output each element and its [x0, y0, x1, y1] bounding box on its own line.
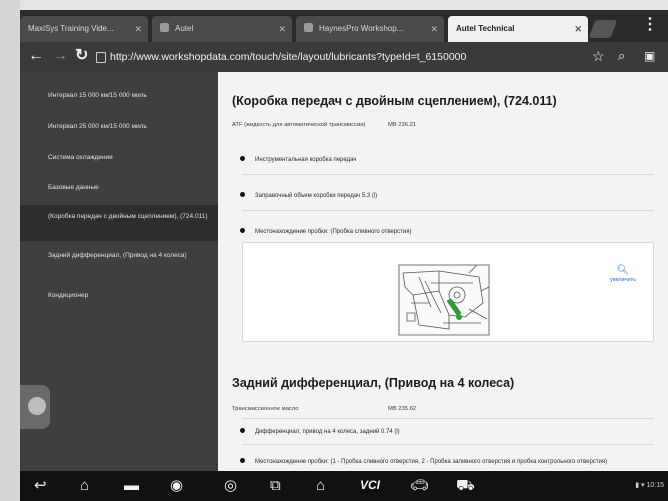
bullet-icon	[240, 428, 245, 433]
spec-label: ATF (жидкость для автоматической трансми…	[232, 122, 366, 128]
section-title-gearbox: (Коробка передач с двойным сцеплением), …	[232, 94, 557, 108]
new-tab-button[interactable]	[588, 20, 618, 38]
list-item: Местонахождение пробки: (1 - Пробка слив…	[240, 458, 650, 466]
sidebar-item-base-data[interactable]: Базовые данные	[20, 184, 218, 192]
page-favicon-icon	[160, 23, 169, 32]
tablet-frame: MaxiSys Training Vide... ✕ Autel ✕ Hayne…	[0, 0, 668, 501]
tablet-bezel	[0, 0, 20, 501]
gearbox-diagram-graphic	[398, 264, 490, 336]
zoom-label: увеличить	[609, 277, 637, 283]
floating-home-handle[interactable]	[20, 385, 50, 429]
tab-close-icon[interactable]: ✕	[134, 16, 142, 42]
spec-label: Трансмиссионное масло	[232, 406, 299, 412]
tab-close-icon[interactable]: ✕	[574, 16, 582, 42]
house-icon[interactable]: ⌂	[316, 477, 325, 495]
reload-icon[interactable]: ↻	[75, 48, 88, 64]
spec-value: MB 235.62	[388, 406, 417, 412]
browser-icon[interactable]: ◉	[170, 477, 183, 495]
clock-text: 10:15	[646, 482, 664, 489]
main-content: (Коробка передач с двойным сцеплением), …	[218, 72, 668, 471]
bullet-icon	[240, 156, 245, 161]
sidebar-item-air-conditioning[interactable]: Кондиционер	[20, 292, 218, 300]
back-icon[interactable]: ↩	[34, 477, 47, 495]
spec-value: MB 236.21	[388, 122, 417, 128]
vci-button[interactable]: VCI	[360, 478, 380, 492]
sidebar-item-cooling-system[interactable]: Система охлаждения	[20, 154, 218, 162]
back-arrow-icon[interactable]: ←	[28, 48, 44, 64]
forward-arrow-icon[interactable]: →	[52, 48, 68, 64]
divider	[242, 210, 654, 211]
screenshot-icon[interactable]: ⧉	[270, 477, 281, 495]
drain-plug-diagram[interactable]: 🔍︎ увеличить	[242, 242, 654, 342]
list-item: Дифференциал, привод на 4 колеса, задний…	[240, 428, 400, 436]
tab-title: Autel Technical	[456, 24, 515, 33]
divider	[242, 174, 654, 175]
car-service-icon[interactable]: ⛟	[456, 477, 475, 495]
search-icon[interactable]: ⌕	[618, 48, 625, 64]
tab-switcher-icon[interactable]: ▣	[644, 48, 655, 64]
signal-icon: ▮ ▾	[635, 482, 647, 489]
tab-haynespro[interactable]: HaynesPro Workshop... ✕	[296, 16, 444, 42]
tab-title: HaynesPro Workshop...	[319, 24, 404, 33]
tablet-screen: MaxiSys Training Vide... ✕ Autel ✕ Hayne…	[20, 10, 668, 501]
browser-tab-strip: MaxiSys Training Vide... ✕ Autel ✕ Hayne…	[20, 10, 668, 42]
bullet-icon	[240, 192, 245, 197]
bullet-icon	[240, 458, 245, 463]
tab-maxisys-training[interactable]: MaxiSys Training Vide... ✕	[20, 16, 148, 42]
recent-apps-icon[interactable]: ▬	[124, 477, 139, 495]
tab-close-icon[interactable]: ✕	[278, 16, 286, 42]
magnifier-icon: 🔍︎	[616, 265, 630, 276]
sidebar-item-rear-differential[interactable]: Задний дифференциал, (Привод на 4 колеса…	[20, 252, 218, 260]
tab-close-icon[interactable]: ✕	[430, 16, 438, 42]
divider	[242, 444, 654, 445]
list-item: Инструментальная коробка передач	[240, 156, 356, 164]
sidebar-item-interval-25000[interactable]: Интервал 25 000 км/15 000 миль	[20, 123, 218, 131]
zoom-button[interactable]: 🔍︎ увеличить	[603, 265, 643, 283]
tab-autel[interactable]: Autel ✕	[152, 16, 292, 42]
tab-title: Autel	[175, 24, 194, 33]
address-bar: ← → ↻ http://www.workshopdata.com/touch/…	[20, 42, 668, 72]
tab-autel-technical[interactable]: Autel Technical ✕	[448, 16, 588, 42]
section-title-rear-differential: Задний дифференциал, (Привод на 4 колеса…	[232, 376, 515, 390]
page-icon	[96, 52, 106, 63]
page-favicon-icon	[304, 23, 313, 32]
divider	[242, 418, 654, 419]
url-field[interactable]: http://www.workshopdata.com/touch/site/l…	[110, 49, 580, 66]
camera-icon[interactable]: ◎	[224, 477, 237, 495]
car-icon[interactable]: 🚗︎	[410, 477, 429, 495]
bullet-icon	[240, 228, 245, 233]
more-vertical-icon[interactable]: ⋮	[642, 17, 658, 33]
sidebar-item-dual-clutch-gearbox[interactable]: (Коробка передач с двойным сцеплением), …	[20, 205, 218, 241]
home-icon[interactable]: ⌂	[80, 477, 89, 495]
status-indicators: ▮ ▾ 10:15	[635, 481, 664, 489]
tab-title: MaxiSys Training Vide...	[28, 24, 114, 33]
android-nav-bar: ↩ ⌂ ▬ ◉ ◎ ⧉ ⌂ VCI 🚗︎ ⛟ ▮ ▾ 10:15	[20, 471, 668, 501]
list-item: Заправочный объем коробки передач 5.3 (l…	[240, 192, 377, 200]
list-item: Местонахождение пробки: (Пробка сливного…	[240, 228, 412, 236]
star-bookmark-icon[interactable]: ☆	[592, 48, 605, 64]
sidebar-item-interval-15000[interactable]: Интервал 15 000 км/15 000 миль	[20, 92, 218, 100]
